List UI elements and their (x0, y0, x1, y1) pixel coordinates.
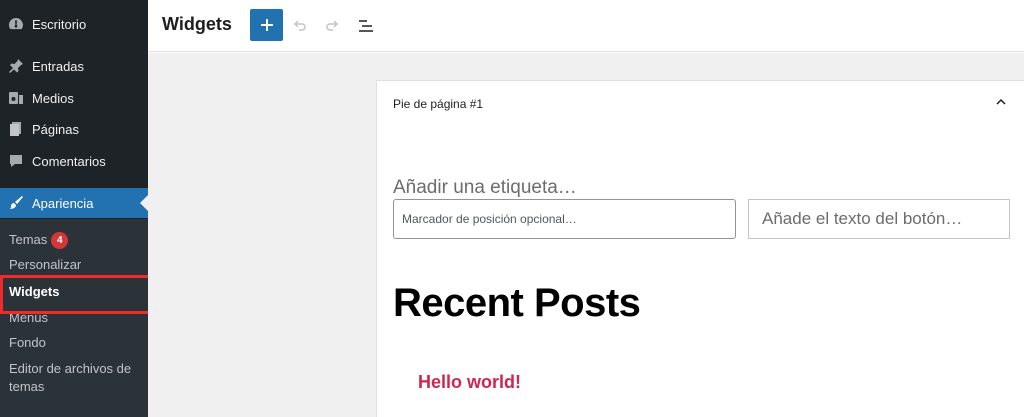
undo-button[interactable] (288, 14, 312, 38)
collapse-button[interactable] (994, 95, 1008, 114)
update-count-badge: 4 (51, 232, 69, 250)
submenu-item-theme-file-editor[interactable]: Editor de archivos de temas (9, 360, 131, 396)
sidebar-item-label: Entradas (32, 58, 85, 74)
submenu-item-fondo[interactable]: Fondo (9, 334, 46, 352)
widget-area-panel: Pie de página #1 Añadir una etiqueta… Ma… (376, 80, 1024, 417)
sidebar-item-label: Páginas (32, 121, 79, 137)
editor-header: Widgets (148, 0, 1024, 52)
sidebar-item-medios[interactable]: Medios (0, 83, 148, 113)
post-link[interactable]: Hello world! (418, 372, 521, 393)
submenu-item-label: temas (9, 379, 45, 394)
recent-posts-heading[interactable]: Recent Posts (393, 281, 641, 326)
sidebar-item-label: Medios (32, 90, 74, 106)
sidebar-item-paginas[interactable]: Páginas (0, 114, 148, 144)
sidebar-item-label: Comentarios (32, 153, 106, 169)
sidebar-item-label: Escritorio (32, 16, 87, 32)
admin-sidebar: Escritorio Entradas Medios Páginas Comen… (0, 0, 148, 417)
undo-icon (293, 20, 306, 31)
submenu-item-label: Editor de archivos de (9, 361, 132, 376)
submenu-item-label: Temas (9, 232, 48, 247)
redo-icon (326, 20, 339, 31)
comment-icon (8, 153, 30, 169)
pushpin-icon (8, 58, 30, 74)
search-input[interactable]: Marcador de posición opcional… (393, 199, 736, 239)
sidebar-item-label: Apariencia (32, 195, 94, 211)
submenu-item-personalizar[interactable]: Personalizar (9, 256, 81, 274)
annotation-highlight-box (0, 275, 155, 314)
chevron-up-icon (996, 98, 1006, 105)
appearance-submenu: Temas 4 Personalizar Widgets Menús Fondo … (0, 219, 148, 417)
page-title: Widgets (162, 14, 232, 34)
search-button[interactable]: Añade el texto del botón… (748, 199, 1010, 239)
add-block-button[interactable] (250, 9, 283, 41)
widget-area-title: Pie de página #1 (393, 97, 484, 111)
plus-icon (260, 19, 273, 31)
media-icon (8, 90, 30, 106)
submenu-item-temas[interactable]: Temas 4 (9, 231, 69, 250)
search-label-placeholder[interactable]: Añadir una etiqueta… (393, 177, 577, 199)
sidebar-item-comentarios[interactable]: Comentarios (0, 146, 148, 176)
page-icon (8, 121, 30, 137)
list-view-icon (359, 20, 373, 32)
list-view-button[interactable] (354, 14, 378, 38)
sidebar-item-entradas[interactable]: Entradas (0, 51, 148, 81)
sidebar-item-escritorio[interactable]: Escritorio (0, 9, 148, 39)
brush-icon (8, 195, 30, 211)
redo-button[interactable] (320, 14, 344, 38)
dashboard-icon (8, 16, 30, 32)
sidebar-item-apariencia[interactable]: Apariencia (0, 188, 148, 218)
